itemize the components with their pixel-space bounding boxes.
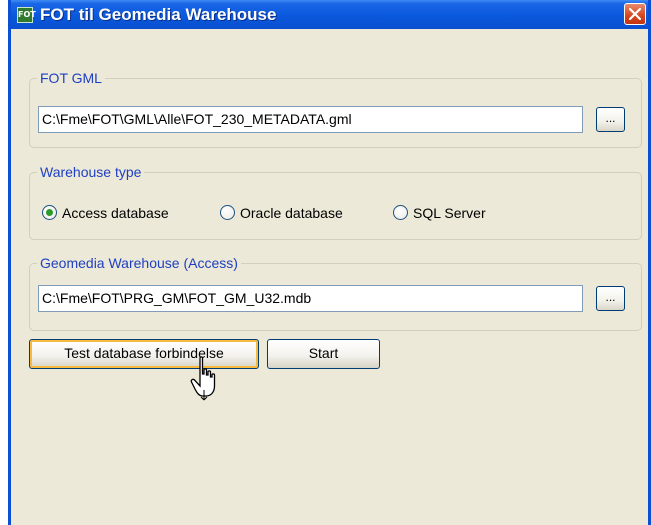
fot-gml-group: FOT GML C:\Fme\FOT\GML\Alle\FOT_230_META… xyxy=(29,69,642,148)
geomedia-warehouse-browse-button[interactable]: ... xyxy=(596,286,625,311)
mouse-cursor-icon xyxy=(190,356,216,401)
close-button[interactable] xyxy=(624,3,646,25)
radio-access-database[interactable]: Access database xyxy=(42,203,207,223)
fot-app-icon: FOT xyxy=(17,7,36,23)
geomedia-warehouse-legend: Geomedia Warehouse (Access) xyxy=(37,254,241,272)
geomedia-warehouse-path-input[interactable]: C:\Fme\FOT\PRG_GM\FOT_GM_U32.mdb xyxy=(38,285,583,312)
radio-oracle-database-label: Oracle database xyxy=(240,205,343,221)
warehouse-type-group: Warehouse type Access database Oracle da… xyxy=(29,163,642,240)
geomedia-warehouse-group: Geomedia Warehouse (Access) C:\Fme\FOT\P… xyxy=(29,254,642,331)
dialog-window: FOT FOT til Geomedia Warehouse FOT GML C… xyxy=(8,0,651,525)
radio-sql-server[interactable]: SQL Server xyxy=(393,203,518,223)
fot-gml-path-input[interactable]: C:\Fme\FOT\GML\Alle\FOT_230_METADATA.gml xyxy=(38,106,583,133)
warehouse-type-legend: Warehouse type xyxy=(37,163,145,181)
fot-gml-legend: FOT GML xyxy=(37,69,105,87)
fot-gml-browse-button[interactable]: ... xyxy=(596,107,625,132)
window-title: FOT til Geomedia Warehouse xyxy=(40,5,277,24)
radio-access-database-label: Access database xyxy=(62,205,169,221)
radio-button-selected[interactable] xyxy=(42,205,57,220)
radio-button[interactable] xyxy=(393,205,408,220)
radio-sql-server-label: SQL Server xyxy=(413,205,486,221)
radio-dot-icon xyxy=(46,209,53,216)
test-database-connection-button[interactable]: Test database forbindelse xyxy=(29,339,259,369)
title-bar[interactable]: FOT FOT til Geomedia Warehouse xyxy=(11,0,648,29)
radio-oracle-database[interactable]: Oracle database xyxy=(220,203,380,223)
radio-button[interactable] xyxy=(220,205,235,220)
start-button[interactable]: Start xyxy=(267,339,380,369)
close-icon xyxy=(629,8,641,20)
